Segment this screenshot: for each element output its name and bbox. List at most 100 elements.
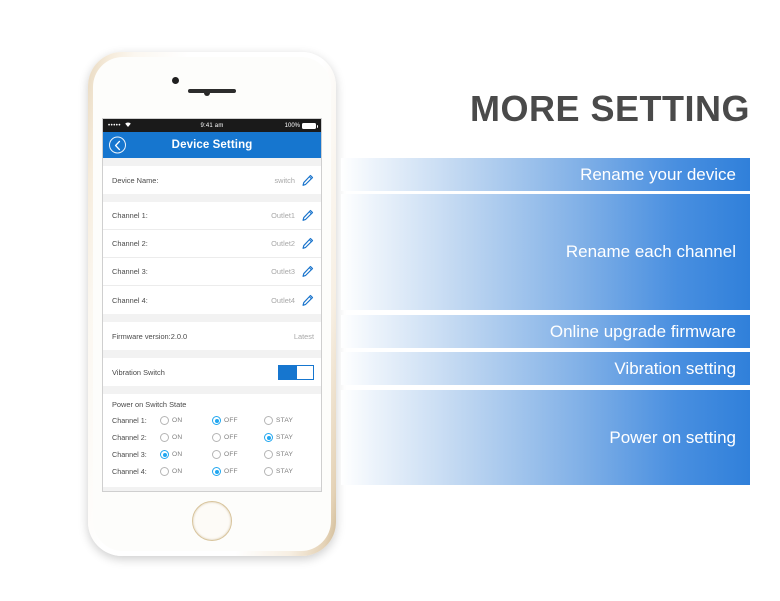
power-on-channel-4-label: Channel 4: — [112, 467, 147, 476]
settings-list: Device Name: switch Channel 1: Outlet1 C… — [103, 158, 321, 491]
radio-label: STAY — [276, 434, 294, 441]
power-on-row-3: Channel 3: ON OFF STAY — [112, 446, 312, 463]
channels-card: Channel 1: Outlet1 Channel 2: Outlet2 Ch… — [103, 202, 321, 314]
row-channel-3[interactable]: Channel 3: Outlet3 — [103, 258, 321, 286]
feature-bar-power-on: Power on setting — [341, 390, 750, 485]
device-name-label: Device Name: — [112, 175, 159, 185]
row-firmware[interactable]: Firmware version:2.0.0 Latest — [103, 322, 321, 350]
radio-button-selected[interactable] — [160, 450, 169, 459]
earpiece-speaker — [188, 89, 236, 93]
radio-button[interactable] — [212, 433, 221, 442]
radio-option-ch1-stay[interactable]: STAY — [264, 416, 316, 425]
firmware-status: Latest — [293, 331, 314, 341]
radio-option-ch4-on[interactable]: ON — [160, 467, 212, 476]
page-title: Device Setting — [171, 139, 253, 151]
power-on-channel-2-label: Channel 2: — [112, 433, 147, 442]
radio-option-ch2-off[interactable]: OFF — [212, 433, 264, 442]
radio-option-ch4-stay[interactable]: STAY — [264, 467, 316, 476]
radio-option-ch2-on[interactable]: ON — [160, 433, 212, 442]
list-spacer — [103, 487, 321, 491]
power-on-channel-1-label: Channel 1: — [112, 416, 147, 425]
row-channel-2[interactable]: Channel 2: Outlet2 — [103, 230, 321, 258]
pencil-icon[interactable] — [301, 174, 314, 187]
list-spacer — [103, 386, 321, 394]
toggle-track-on — [279, 365, 296, 379]
radio-button-selected[interactable] — [212, 416, 221, 425]
radio-label: OFF — [224, 468, 238, 475]
pencil-icon[interactable] — [301, 265, 314, 278]
channel-2-label: Channel 2: — [112, 239, 148, 248]
phone-screen: ••••• 9:41 am 100% Device Setting Device… — [102, 118, 322, 492]
vibration-toggle[interactable] — [278, 364, 314, 380]
radio-label: ON — [172, 451, 183, 458]
feature-bar-label: Vibration setting — [614, 358, 736, 378]
navigation-bar: Device Setting — [103, 132, 321, 158]
firmware-label: Firmware version:2.0.0 — [112, 331, 188, 341]
radio-label: OFF — [224, 434, 238, 441]
back-button[interactable] — [109, 136, 126, 154]
feature-bar-rename-device: Rename your device — [341, 158, 750, 191]
power-on-card: Power on Switch State Channel 1: ON OFF — [103, 394, 321, 487]
feature-bar-rename-channel: Rename each channel — [341, 194, 750, 310]
radio-label: ON — [172, 468, 183, 475]
radio-label: ON — [172, 417, 183, 424]
feature-bar-label: Online upgrade firmware — [549, 321, 736, 341]
pencil-icon[interactable] — [301, 237, 314, 250]
front-camera-icon — [172, 77, 179, 84]
status-bar: ••••• 9:41 am 100% — [103, 119, 321, 132]
radio-button[interactable] — [160, 467, 169, 476]
radio-option-ch1-on[interactable]: ON — [160, 416, 212, 425]
channel-1-label: Channel 1: — [112, 211, 148, 220]
radio-label: OFF — [224, 451, 238, 458]
row-vibration[interactable]: Vibration Switch — [103, 358, 321, 386]
list-spacer — [103, 194, 321, 202]
radio-button[interactable] — [264, 467, 273, 476]
row-channel-1[interactable]: Channel 1: Outlet1 — [103, 202, 321, 230]
device-name-value: switch — [274, 175, 295, 185]
radio-label: STAY — [276, 468, 294, 475]
list-spacer — [103, 158, 321, 166]
radio-button[interactable] — [264, 416, 273, 425]
radio-option-ch3-off[interactable]: OFF — [212, 450, 264, 459]
list-spacer — [103, 314, 321, 322]
battery-full-icon — [302, 122, 318, 129]
power-on-row-1: Channel 1: ON OFF STAY — [112, 412, 312, 429]
chevron-left-icon — [114, 140, 121, 150]
radio-option-ch3-on[interactable]: ON — [160, 450, 212, 459]
radio-button[interactable] — [160, 433, 169, 442]
feature-bar-vibration: Vibration setting — [341, 352, 750, 385]
radio-button[interactable] — [212, 450, 221, 459]
channel-1-value: Outlet1 — [271, 211, 295, 220]
device-name-card: Device Name: switch — [103, 166, 321, 194]
feature-bar-label: Rename your device — [580, 164, 736, 184]
pencil-icon[interactable] — [301, 294, 314, 307]
channel-4-label: Channel 4: — [112, 295, 148, 305]
radio-button-selected[interactable] — [212, 467, 221, 476]
power-on-channel-3-label: Channel 3: — [112, 450, 147, 459]
radio-option-ch3-stay[interactable]: STAY — [264, 450, 316, 459]
page-heading: MORE SETTING — [469, 88, 750, 129]
radio-option-ch2-stay[interactable]: STAY — [264, 433, 316, 442]
radio-button-selected[interactable] — [264, 433, 273, 442]
vibration-label: Vibration Switch — [112, 367, 165, 377]
radio-label: STAY — [276, 417, 294, 424]
feature-bar-label: Power on setting — [609, 427, 736, 447]
vibration-card: Vibration Switch — [103, 358, 321, 386]
firmware-card: Firmware version:2.0.0 Latest — [103, 322, 321, 350]
page-root: ••••• 9:41 am 100% Device Setting Device… — [0, 0, 780, 601]
radio-button[interactable] — [160, 416, 169, 425]
radio-label: ON — [172, 434, 183, 441]
row-channel-4[interactable]: Channel 4: Outlet4 — [103, 286, 321, 314]
feature-bar-online-upgrade: Online upgrade firmware — [341, 315, 750, 348]
radio-button[interactable] — [264, 450, 273, 459]
home-button[interactable] — [192, 501, 232, 541]
radio-option-ch4-off[interactable]: OFF — [212, 467, 264, 476]
radio-label: OFF — [224, 417, 238, 424]
channel-3-value: Outlet3 — [271, 267, 295, 276]
channel-4-value: Outlet4 — [271, 295, 295, 305]
row-device-name[interactable]: Device Name: switch — [103, 166, 321, 194]
status-bar-time: 9:41 am — [200, 122, 224, 129]
power-on-row-4: Channel 4: ON OFF STAY — [112, 463, 312, 480]
radio-option-ch1-off[interactable]: OFF — [212, 416, 264, 425]
pencil-icon[interactable] — [301, 209, 314, 222]
